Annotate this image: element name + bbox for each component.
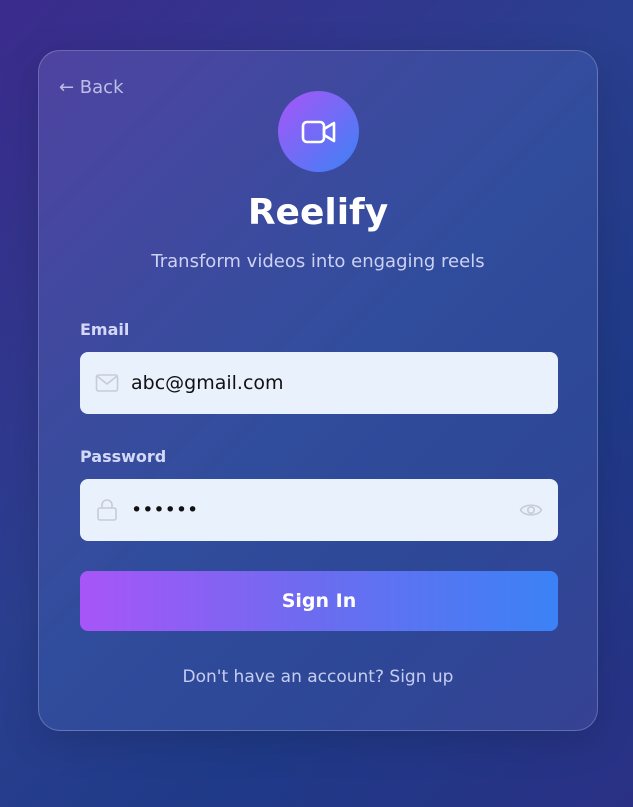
mail-icon [95,371,119,395]
email-input[interactable] [131,352,558,414]
password-input[interactable] [131,479,558,541]
eye-icon[interactable] [519,498,543,522]
app-title: Reelify [247,192,389,233]
video-camera-icon [301,120,335,143]
password-field-wrapper [80,479,558,541]
email-field-wrapper [80,352,558,414]
logo [278,91,359,172]
lock-icon [95,498,119,522]
email-label: Email [80,320,130,339]
back-link[interactable]: ← Back [59,77,124,98]
sign-in-button[interactable]: Sign In [80,571,558,631]
signup-link[interactable]: Sign up [389,667,453,687]
app-tagline: Transform videos into engaging reels [151,251,485,272]
password-label: Password [80,447,167,466]
login-card: ← Back Reelify Transform videos into eng… [38,50,598,731]
signup-prompt-text: Don't have an account? [182,667,390,687]
signup-prompt: Don't have an account? Sign up [39,667,597,687]
